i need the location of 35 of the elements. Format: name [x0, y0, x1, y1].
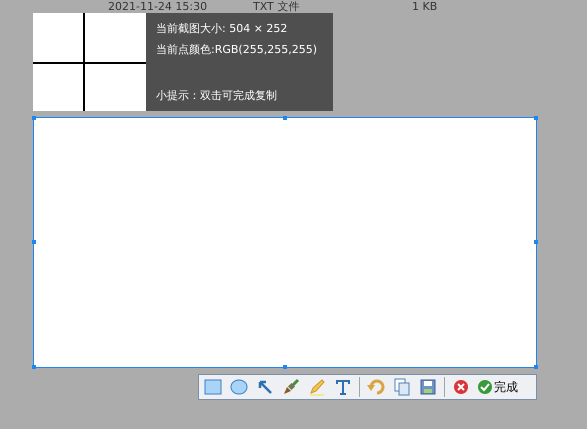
- resize-handle[interactable]: [534, 116, 538, 120]
- undo-button[interactable]: [366, 377, 386, 397]
- copy-button[interactable]: [392, 377, 412, 397]
- text-tool[interactable]: [333, 377, 353, 397]
- resize-handle[interactable]: [534, 240, 538, 244]
- resize-handle[interactable]: [32, 116, 36, 120]
- brush-tool[interactable]: [281, 377, 301, 397]
- file-type: TXT 文件: [253, 0, 300, 13]
- undo-icon: [367, 379, 385, 395]
- rectangle-icon: [204, 379, 222, 395]
- close-icon: [453, 379, 469, 395]
- text-icon: [334, 378, 352, 396]
- rectangle-tool[interactable]: [203, 377, 223, 397]
- pencil-tool[interactable]: [307, 377, 327, 397]
- resize-handle[interactable]: [282, 116, 286, 120]
- save-icon: [420, 379, 436, 395]
- pencil-icon: [308, 378, 326, 396]
- resize-handle[interactable]: [32, 364, 36, 368]
- save-button[interactable]: [418, 377, 438, 397]
- hint-text: 小提示：双击可完成复制: [156, 88, 278, 103]
- resize-handle[interactable]: [534, 364, 538, 368]
- capture-size-text: 当前截图大小: 504 × 252: [156, 21, 288, 36]
- brush-icon: [282, 378, 300, 396]
- resize-handle[interactable]: [32, 240, 36, 244]
- ellipse-icon: [230, 379, 248, 395]
- file-size: 1 KB: [412, 0, 438, 13]
- resize-handle[interactable]: [282, 364, 286, 368]
- check-icon: [477, 379, 493, 395]
- done-button[interactable]: 完成: [477, 378, 518, 396]
- pixel-color-text: 当前点颜色:RGB(255,255,255): [156, 42, 318, 57]
- ellipse-tool[interactable]: [229, 377, 249, 397]
- cancel-button[interactable]: [451, 377, 471, 397]
- arrow-icon: [257, 379, 273, 395]
- file-date: 2021-11-24 15:30: [108, 0, 208, 13]
- copy-icon: [394, 378, 410, 396]
